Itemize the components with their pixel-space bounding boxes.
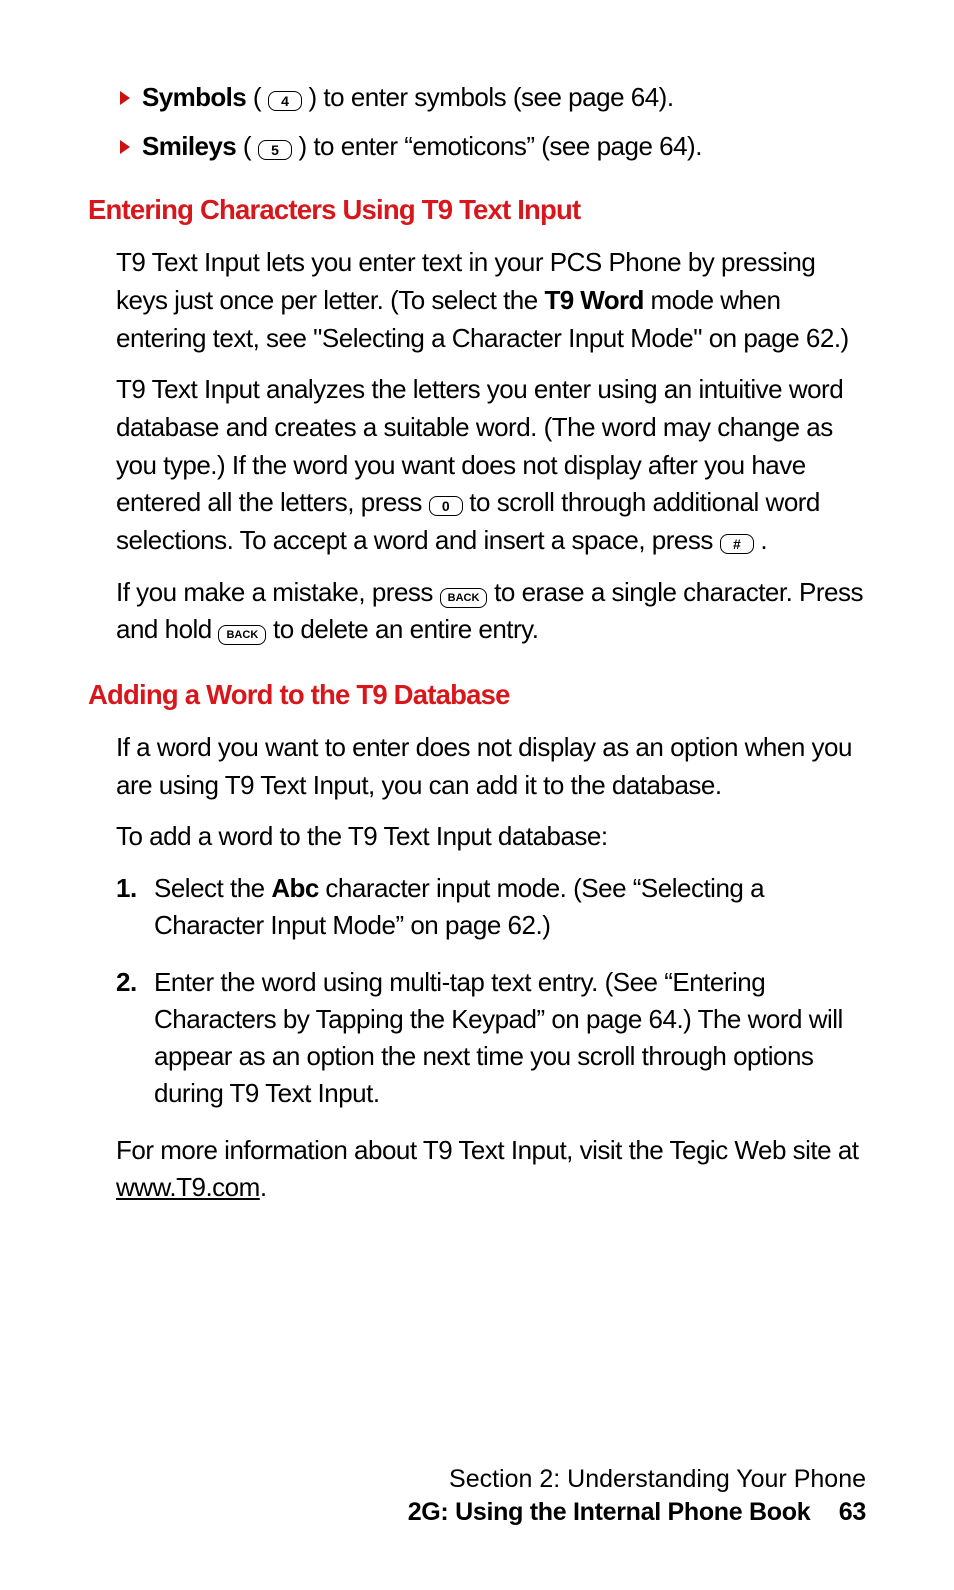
text-bold: Abc xyxy=(271,873,318,903)
bullet-text: Smileys ( 5 ) to enter “emoticons” (see … xyxy=(142,129,702,164)
bullet-rest: ) to enter symbols (see page 64). xyxy=(309,82,674,112)
paragraph: T9 Text Input lets you enter text in you… xyxy=(116,244,866,357)
key-hash-icon: # xyxy=(720,534,754,554)
text-bold: T9 Word xyxy=(544,285,643,315)
heading-t9-input: Entering Characters Using T9 Text Input xyxy=(88,194,866,226)
numbered-steps: 1. Select the Abc character input mode. … xyxy=(116,870,866,1111)
text-run: Select the xyxy=(154,873,271,903)
bullet-text: Symbols ( 4 ) to enter symbols (see page… xyxy=(142,80,674,115)
page-footer: Section 2: Understanding Your Phone 2G: … xyxy=(0,1463,866,1531)
paragraph: To add a word to the T9 Text Input datab… xyxy=(116,818,866,856)
page-number: 63 xyxy=(839,1498,866,1526)
paragraph: For more information about T9 Text Input… xyxy=(116,1132,866,1207)
bullet-label: Symbols xyxy=(142,82,246,112)
text-run: to delete an entire entry. xyxy=(273,614,538,644)
step-item: 2. Enter the word using multi-tap text e… xyxy=(116,964,866,1112)
paragraph: If you make a mistake, press BACK to era… xyxy=(116,574,866,649)
text-run: If you make a mistake, press xyxy=(116,577,440,607)
bullet-item-smileys: Smileys ( 5 ) to enter “emoticons” (see … xyxy=(88,129,866,164)
heading-adding-word: Adding a Word to the T9 Database xyxy=(88,679,866,711)
step-number: 2. xyxy=(116,964,154,1112)
key-back-icon: BACK xyxy=(440,588,488,608)
key-back-icon: BACK xyxy=(218,625,266,645)
footer-subsection: 2G: Using the Internal Phone Book xyxy=(408,1498,811,1526)
bullet-rest: ) to enter “emoticons” (see page 64). xyxy=(298,131,701,161)
step-item: 1. Select the Abc character input mode. … xyxy=(116,870,866,944)
step-body: Enter the word using multi-tap text entr… xyxy=(154,964,866,1112)
triangle-bullet-icon xyxy=(120,140,130,154)
footer-section: Section 2: Understanding Your Phone xyxy=(0,1463,866,1497)
key-5-icon: 5 xyxy=(258,140,292,160)
open-paren: ( xyxy=(253,82,268,112)
t9-link[interactable]: www.T9.com xyxy=(116,1172,260,1202)
key-0-icon: 0 xyxy=(429,496,463,516)
text-run: . xyxy=(760,525,767,555)
open-paren: ( xyxy=(243,131,258,161)
paragraph: If a word you want to enter does not dis… xyxy=(116,729,866,804)
triangle-bullet-icon xyxy=(120,91,130,105)
manual-page: Symbols ( 4 ) to enter symbols (see page… xyxy=(0,0,954,1590)
key-4-icon: 4 xyxy=(268,91,302,111)
step-number: 1. xyxy=(116,870,154,944)
text-run: . xyxy=(260,1172,267,1202)
footer-sub-line: 2G: Using the Internal Phone Book 63 xyxy=(0,1496,866,1530)
bullet-item-symbols: Symbols ( 4 ) to enter symbols (see page… xyxy=(88,80,866,115)
bullet-label: Smileys xyxy=(142,131,236,161)
text-run: For more information about T9 Text Input… xyxy=(116,1135,859,1165)
paragraph: T9 Text Input analyzes the letters you e… xyxy=(116,371,866,559)
step-body: Select the Abc character input mode. (Se… xyxy=(154,870,866,944)
